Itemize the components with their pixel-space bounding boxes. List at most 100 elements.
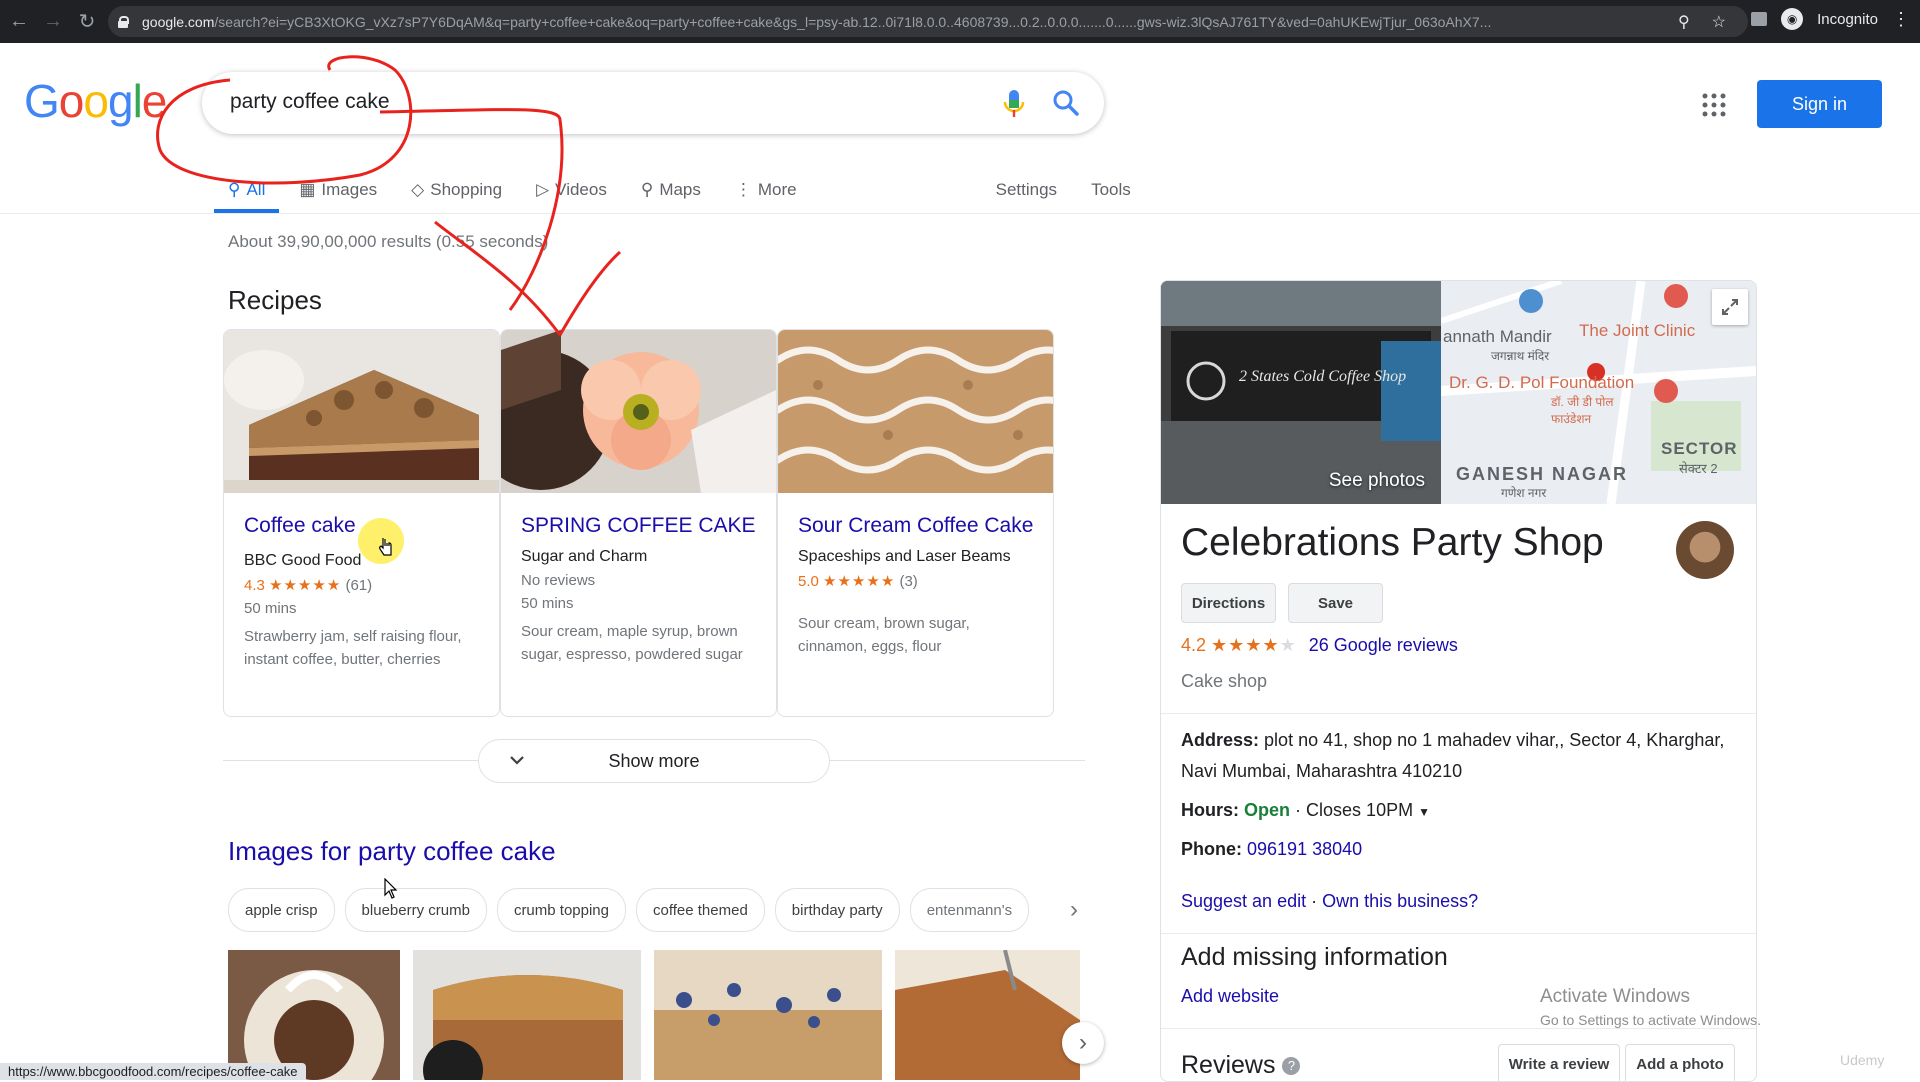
- zoom-icon[interactable]: ⚲: [1678, 12, 1690, 32]
- business-photo[interactable]: 2 States Cold Coffee Shop See photos: [1161, 281, 1441, 504]
- image-thumbnail[interactable]: [654, 950, 882, 1080]
- tab-more[interactable]: ⋮ More: [735, 170, 797, 210]
- bookmark-star-icon[interactable]: ☆: [1712, 12, 1726, 32]
- chip[interactable]: entenmann's: [909, 888, 1030, 932]
- tab-label: Images: [321, 180, 378, 199]
- reload-icon[interactable]: ↻: [72, 7, 102, 37]
- image-thumbnail[interactable]: [895, 950, 1080, 1080]
- url-path: /search?ei=yCB3XtOKG_vXz7sP7Y6DqAM&q=par…: [214, 13, 1492, 30]
- video-icon: ▷: [536, 180, 550, 199]
- tab-videos[interactable]: ▷ Videos: [536, 170, 607, 210]
- recipe-image[interactable]: [224, 330, 499, 493]
- see-photos-link[interactable]: See photos: [1329, 470, 1425, 492]
- recipe-rating: 4.3 ★★★★★ (61): [244, 576, 484, 594]
- chip[interactable]: birthday party: [774, 888, 900, 932]
- microphone-icon[interactable]: [1002, 88, 1026, 120]
- address-line: Address: plot no 41, shop no 1 mahadev v…: [1181, 725, 1741, 787]
- recipe-time: 50 mins: [521, 595, 574, 612]
- recipe-card[interactable]: Coffee cake BBC Good Food 4.3 ★★★★★ (61)…: [223, 329, 500, 717]
- rating-value: 5.0: [798, 573, 819, 590]
- add-photo-button[interactable]: Add a photo: [1625, 1044, 1735, 1081]
- review-count: (3): [899, 573, 918, 590]
- recipes-heading: Recipes: [228, 285, 322, 315]
- map-thumbnail[interactable]: annath Mandir जगन्नाथ मंदिर The Joint Cl…: [1441, 281, 1756, 504]
- knowledge-panel: 2 States Cold Coffee Shop See photos ann…: [1160, 280, 1757, 1082]
- next-arrow-button[interactable]: ›: [1062, 1022, 1104, 1064]
- link-status-bar: https://www.bbcgoodfood.com/recipes/coff…: [0, 1063, 306, 1080]
- back-icon[interactable]: ←: [4, 7, 34, 37]
- tab-all[interactable]: ⚲ All: [213, 170, 280, 213]
- image-icon: ▦: [299, 180, 316, 199]
- caret-down-icon[interactable]: ▼: [1418, 805, 1430, 819]
- recipe-title[interactable]: SPRING COFFEE CAKE: [521, 512, 761, 540]
- recipe-card[interactable]: Sour Cream Coffee Cake Spaceships and La…: [777, 329, 1054, 717]
- recipe-card[interactable]: SPRING COFFEE CAKE Sugar and Charm No re…: [500, 329, 777, 717]
- expand-icon[interactable]: [1712, 289, 1748, 325]
- extension-icon[interactable]: [1751, 12, 1768, 26]
- recipe-time: 50 mins: [244, 600, 297, 617]
- recipe-image[interactable]: [778, 330, 1053, 493]
- more-vert-icon: ⋮: [734, 180, 752, 199]
- map-label: SECTOR: [1661, 439, 1738, 458]
- search-input[interactable]: [228, 89, 932, 115]
- business-category: Cake shop: [1181, 671, 1268, 691]
- images-heading[interactable]: Images for party coffee cake: [228, 836, 556, 867]
- open-status: Open: [1244, 800, 1291, 820]
- write-review-button[interactable]: Write a review: [1498, 1044, 1620, 1081]
- own-business-link[interactable]: Own this business?: [1322, 891, 1478, 911]
- reviews-heading-label: Reviews: [1181, 1051, 1276, 1079]
- chevron-right-icon[interactable]: ›: [1070, 896, 1078, 924]
- chip[interactable]: coffee themed: [636, 888, 765, 932]
- show-more-label: Show more: [608, 750, 700, 771]
- tab-tools[interactable]: Tools: [1091, 170, 1131, 210]
- image-thumbnail[interactable]: [228, 950, 400, 1080]
- show-more-button[interactable]: Show more: [478, 739, 830, 783]
- google-logo[interactable]: Google: [24, 74, 167, 128]
- tab-images[interactable]: ▦ Images: [299, 170, 377, 210]
- map-label: गणेश नगर: [1501, 486, 1547, 500]
- sign-in-button[interactable]: Sign in: [1757, 80, 1882, 128]
- map-label: डॉ. जी डी पोल फाउंडेशन: [1551, 395, 1614, 426]
- missing-info-heading: Add missing information: [1181, 943, 1448, 971]
- recipe-ingredients: Sour cream, maple syrup, brown sugar, es…: [521, 623, 743, 663]
- tab-maps[interactable]: ⚲ Maps: [641, 170, 701, 210]
- suggest-edit-link[interactable]: Suggest an edit: [1181, 891, 1306, 911]
- incognito-icon[interactable]: ◉: [1781, 8, 1804, 30]
- help-icon[interactable]: ?: [1282, 1057, 1301, 1076]
- url-text[interactable]: google.com/search?ei=yCB3XtOKG_vXz7sP7Y6…: [142, 14, 1622, 30]
- chrome-menu-icon[interactable]: ⋮: [1892, 9, 1910, 30]
- activate-title: Activate Windows: [1540, 986, 1690, 1007]
- directions-button[interactable]: Directions: [1181, 583, 1276, 623]
- forward-icon[interactable]: →: [38, 7, 68, 37]
- header-divider: [0, 213, 1920, 214]
- tag-icon: ◇: [411, 180, 425, 199]
- phone-line: Phone: 096191 38040: [1181, 834, 1741, 865]
- reviews-link[interactable]: 26 Google reviews: [1309, 635, 1458, 655]
- star-rating-icon: ★★★★★: [269, 577, 342, 594]
- hours-close[interactable]: Closes 10PM: [1306, 800, 1413, 820]
- tab-shopping[interactable]: ◇ Shopping: [411, 170, 502, 210]
- chip[interactable]: blueberry crumb: [344, 888, 487, 932]
- phone-link[interactable]: 096191 38040: [1247, 839, 1362, 859]
- business-logo[interactable]: [1676, 521, 1734, 579]
- image-thumbnail[interactable]: [413, 950, 641, 1080]
- image-chips: apple crisp blueberry crumb crumb toppin…: [228, 888, 1030, 932]
- rating-value: 4.2: [1181, 635, 1207, 655]
- reviews-heading: Reviews ?: [1181, 1051, 1301, 1080]
- chip[interactable]: apple crisp: [228, 888, 335, 932]
- chip[interactable]: crumb topping: [496, 888, 626, 932]
- recipe-source: Spaceships and Laser Beams: [798, 548, 1011, 565]
- divider: [1161, 1028, 1756, 1029]
- recipe-source: Sugar and Charm: [521, 548, 648, 565]
- save-button[interactable]: Save: [1288, 583, 1383, 623]
- search-icon[interactable]: [1052, 89, 1080, 117]
- google-apps-icon[interactable]: [1702, 93, 1726, 117]
- phone-label: Phone:: [1181, 839, 1242, 859]
- address-bar[interactable]: google.com/search?ei=yCB3XtOKG_vXz7sP7Y6…: [108, 6, 1748, 37]
- hours-label: Hours:: [1181, 800, 1239, 820]
- tab-settings[interactable]: Settings: [996, 170, 1057, 210]
- recipe-image[interactable]: [501, 330, 776, 493]
- search-box: [202, 72, 1104, 134]
- recipe-title[interactable]: Sour Cream Coffee Cake: [798, 512, 1038, 540]
- profile-label[interactable]: Incognito: [1817, 11, 1878, 28]
